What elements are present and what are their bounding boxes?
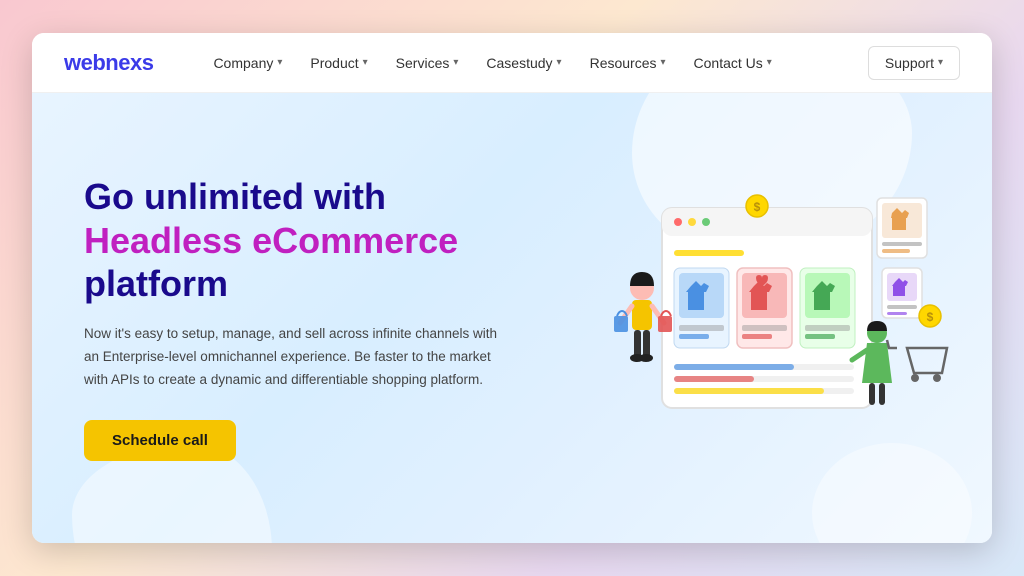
nav-casestudy[interactable]: Casestudy ▾: [474, 49, 573, 77]
chevron-down-icon: ▾: [363, 57, 368, 68]
ecommerce-illustration: $ $: [582, 168, 962, 468]
svg-text:$: $: [754, 200, 761, 214]
nav-contact[interactable]: Contact Us ▾: [682, 49, 784, 77]
schedule-call-button[interactable]: Schedule call: [84, 420, 236, 461]
browser-window: webnexs Company ▾ Product ▾ Services ▾ C…: [32, 33, 992, 543]
logo[interactable]: webnexs: [64, 50, 153, 76]
navbar: webnexs Company ▾ Product ▾ Services ▾ C…: [32, 33, 992, 93]
chevron-down-icon: ▾: [661, 57, 666, 68]
hero-section: Go unlimited with Headless eCommerce pla…: [32, 93, 992, 543]
nav-company[interactable]: Company ▾: [201, 49, 294, 77]
nav-resources[interactable]: Resources ▾: [578, 49, 678, 77]
svg-text:$: $: [927, 310, 934, 324]
nav-right: Support ▾: [868, 46, 960, 80]
hero-title-line2: Headless eCommerce: [84, 220, 458, 261]
support-button[interactable]: Support ▾: [868, 46, 960, 80]
hero-title-line3: platform: [84, 263, 228, 304]
hero-illustration: $ $: [582, 168, 962, 468]
chevron-down-icon: ▾: [277, 57, 282, 68]
nav-links: Company ▾ Product ▾ Services ▾ Casestudy…: [201, 49, 867, 77]
chevron-down-icon: ▾: [453, 57, 458, 68]
chevron-down-icon: ▾: [557, 57, 562, 68]
hero-title-line1: Go unlimited with: [84, 176, 386, 217]
hero-title: Go unlimited with Headless eCommerce pla…: [84, 175, 504, 305]
chevron-down-icon: ▾: [767, 57, 772, 68]
nav-product[interactable]: Product ▾: [298, 49, 379, 77]
nav-services[interactable]: Services ▾: [384, 49, 471, 77]
hero-description: Now it's easy to setup, manage, and sell…: [84, 323, 504, 392]
chevron-down-icon: ▾: [938, 57, 943, 68]
hero-content: Go unlimited with Headless eCommerce pla…: [84, 175, 504, 460]
